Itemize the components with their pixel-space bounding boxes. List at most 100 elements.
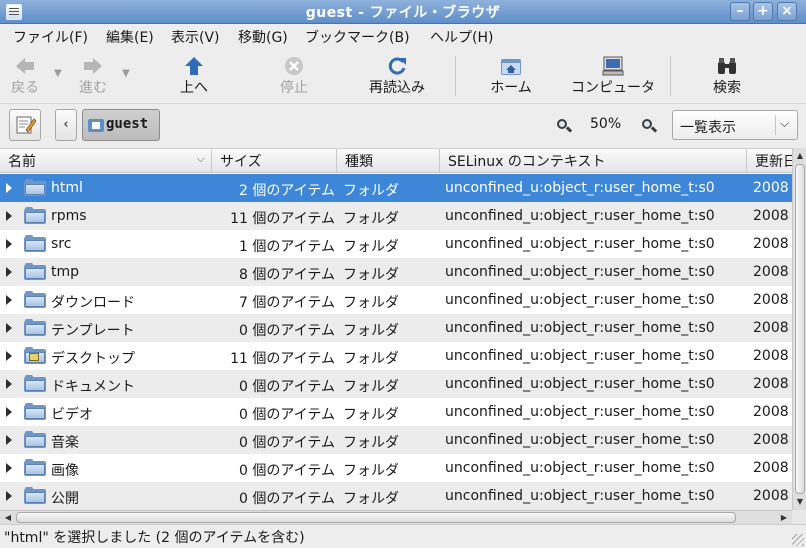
column-size[interactable]: サイズ <box>212 149 337 173</box>
file-name: ドキュメント <box>51 379 135 395</box>
table-row[interactable]: 画像 0 個のアイテム フォルダ unconfined_u:object_r:user… <box>0 454 792 482</box>
home-button[interactable]: ホーム <box>485 50 537 100</box>
file-list[interactable]: 名前 ⌵ サイズ 種類 SELinux のコンテキスト 更新日 html 2 個の… <box>0 148 792 510</box>
table-row[interactable]: ビデオ 0 個のアイテム フォルダ unconfined_u:object_r:use… <box>0 398 792 426</box>
file-modified: 2008 <box>753 320 789 336</box>
expand-triangle-icon[interactable] <box>6 239 12 249</box>
expand-triangle-icon[interactable] <box>6 379 12 389</box>
table-row[interactable]: html 2 個のアイテム フォルダ unconfined_u:object_r:us… <box>0 174 792 202</box>
forward-arrow-icon <box>82 56 104 76</box>
horizontal-scrollbar[interactable]: ◀ ▶ <box>0 510 792 524</box>
menu-help[interactable]: ヘルプ(H) <box>430 27 493 47</box>
table-row[interactable]: デスクトップ 11 個のアイテム フォルダ unconfined_u:object_r… <box>0 342 792 370</box>
column-selinux-context[interactable]: SELinux のコンテキスト <box>440 149 747 173</box>
table-row[interactable]: 公開 0 個のアイテム フォルダ unconfined_u:object_r:user… <box>0 482 792 510</box>
back-arrow-icon <box>14 56 36 76</box>
file-modified: 2008 <box>753 404 789 420</box>
file-name: html <box>51 180 83 196</box>
zoom-out-button[interactable] <box>556 118 573 134</box>
close-button[interactable]: × <box>777 2 797 21</box>
expand-triangle-icon[interactable] <box>6 295 12 305</box>
up-button[interactable]: 上へ <box>172 50 216 100</box>
vertical-scrollbar[interactable]: ▲ ▼ <box>792 148 806 510</box>
table-row[interactable]: テンプレート 0 個のアイテム フォルダ unconfined_u:object_r:… <box>0 314 792 342</box>
expand-triangle-icon[interactable] <box>6 435 12 445</box>
view-mode-select[interactable]: 一覧表示 ⌵ <box>672 110 798 140</box>
file-name: テンプレート <box>51 323 135 339</box>
file-size: 7 個のアイテム <box>239 295 335 311</box>
scroll-right-icon[interactable]: ▶ <box>777 511 791 524</box>
file-selinux-context: unconfined_u:object_r:user_home_t:s0 <box>445 264 715 280</box>
zoom-in-button[interactable] <box>641 118 658 134</box>
file-type: フォルダ <box>343 295 399 311</box>
location-bar: ‹ guest 50% 一覧表示 ⌵ <box>0 104 806 148</box>
toolbar-separator <box>455 56 456 96</box>
file-size: 0 個のアイテム <box>239 379 335 395</box>
table-row[interactable]: src 1 個のアイテム フォルダ unconfined_u:object_r:use… <box>0 230 792 258</box>
status-bar: "html" を選択しました (2 個のアイテムを含む) <box>0 524 806 548</box>
reload-button[interactable]: 再読込み <box>362 50 432 100</box>
file-selinux-context: unconfined_u:object_r:user_home_t:s0 <box>445 236 715 252</box>
folder-icon <box>24 431 46 448</box>
computer-button[interactable]: コンピュータ <box>566 50 660 100</box>
expand-triangle-icon[interactable] <box>6 323 12 333</box>
menu-file[interactable]: ファイル(F) <box>13 27 88 47</box>
expand-triangle-icon[interactable] <box>6 351 12 361</box>
folder-icon <box>24 487 46 504</box>
horizontal-scroll-thumb[interactable] <box>16 512 736 523</box>
column-modified[interactable]: 更新日 <box>747 149 792 173</box>
file-selinux-context: unconfined_u:object_r:user_home_t:s0 <box>445 320 715 336</box>
expand-triangle-icon[interactable] <box>6 463 12 473</box>
expand-triangle-icon[interactable] <box>6 491 12 501</box>
resize-grip-icon[interactable] <box>792 534 804 546</box>
expand-triangle-icon[interactable] <box>6 183 12 193</box>
file-type: フォルダ <box>343 267 399 283</box>
minimize-button[interactable]: – <box>730 2 750 21</box>
scroll-up-icon[interactable]: ▲ <box>794 149 806 163</box>
file-type: フォルダ <box>343 491 399 507</box>
computer-icon <box>602 56 624 76</box>
title-bar: guest - ファイル・ブラウザ – + × <box>0 0 806 24</box>
table-row[interactable]: tmp 8 個のアイテム フォルダ unconfined_u:object_r:use… <box>0 258 792 286</box>
file-size: 8 個のアイテム <box>239 267 335 283</box>
file-size: 0 個のアイテム <box>239 407 335 423</box>
vertical-scroll-thumb[interactable] <box>795 164 805 494</box>
location-toggle-button[interactable] <box>9 109 41 141</box>
table-row[interactable]: 音楽 0 個のアイテム フォルダ unconfined_u:object_r:user… <box>0 426 792 454</box>
desktop-folder-icon <box>24 347 46 364</box>
list-header: 名前 ⌵ サイズ 種類 SELinux のコンテキスト 更新日 <box>0 149 792 173</box>
stop-button[interactable]: 停止 <box>272 50 316 100</box>
expand-triangle-icon[interactable] <box>6 267 12 277</box>
menu-edit[interactable]: 編集(E) <box>106 27 154 47</box>
breadcrumb-back-button[interactable]: ‹ <box>55 109 77 141</box>
scroll-down-icon[interactable]: ▼ <box>794 495 806 509</box>
maximize-button[interactable]: + <box>753 2 773 21</box>
expand-triangle-icon[interactable] <box>6 211 12 221</box>
folder-icon <box>24 291 46 308</box>
file-name: 音楽 <box>51 435 79 451</box>
forward-history-chevron-icon[interactable]: ▼ <box>122 68 130 79</box>
menu-view[interactable]: 表示(V) <box>171 27 220 47</box>
file-modified: 2008 <box>753 488 789 504</box>
menu-go[interactable]: 移動(G) <box>238 27 288 47</box>
expand-triangle-icon[interactable] <box>6 407 12 417</box>
column-name[interactable]: 名前 ⌵ <box>0 149 212 173</box>
file-type: フォルダ <box>343 407 399 423</box>
folder-icon <box>24 403 46 420</box>
search-button[interactable]: 検索 <box>705 50 749 100</box>
menu-bookmarks[interactable]: ブックマーク(B) <box>305 27 410 47</box>
back-button[interactable]: 戻る <box>5 50 45 100</box>
breadcrumb-guest[interactable]: guest <box>82 109 160 141</box>
column-type[interactable]: 種類 <box>337 149 440 173</box>
file-modified: 2008 <box>753 460 789 476</box>
table-row[interactable]: ドキュメント 0 個のアイテム フォルダ unconfined_u:object_r:… <box>0 370 792 398</box>
scroll-left-icon[interactable]: ◀ <box>1 511 15 524</box>
forward-button[interactable]: 進む <box>73 50 113 100</box>
file-modified: 2008 <box>753 348 789 364</box>
file-modified: 2008 <box>753 236 789 252</box>
note-pencil-icon <box>16 115 37 139</box>
back-history-chevron-icon[interactable]: ▼ <box>54 68 62 79</box>
file-size: 2 個のアイテム <box>239 183 335 199</box>
table-row[interactable]: ダウンロード 7 個のアイテム フォルダ unconfined_u:object_r:… <box>0 286 792 314</box>
table-row[interactable]: rpms 11 個のアイテム フォルダ unconfined_u:object_r:u… <box>0 202 792 230</box>
